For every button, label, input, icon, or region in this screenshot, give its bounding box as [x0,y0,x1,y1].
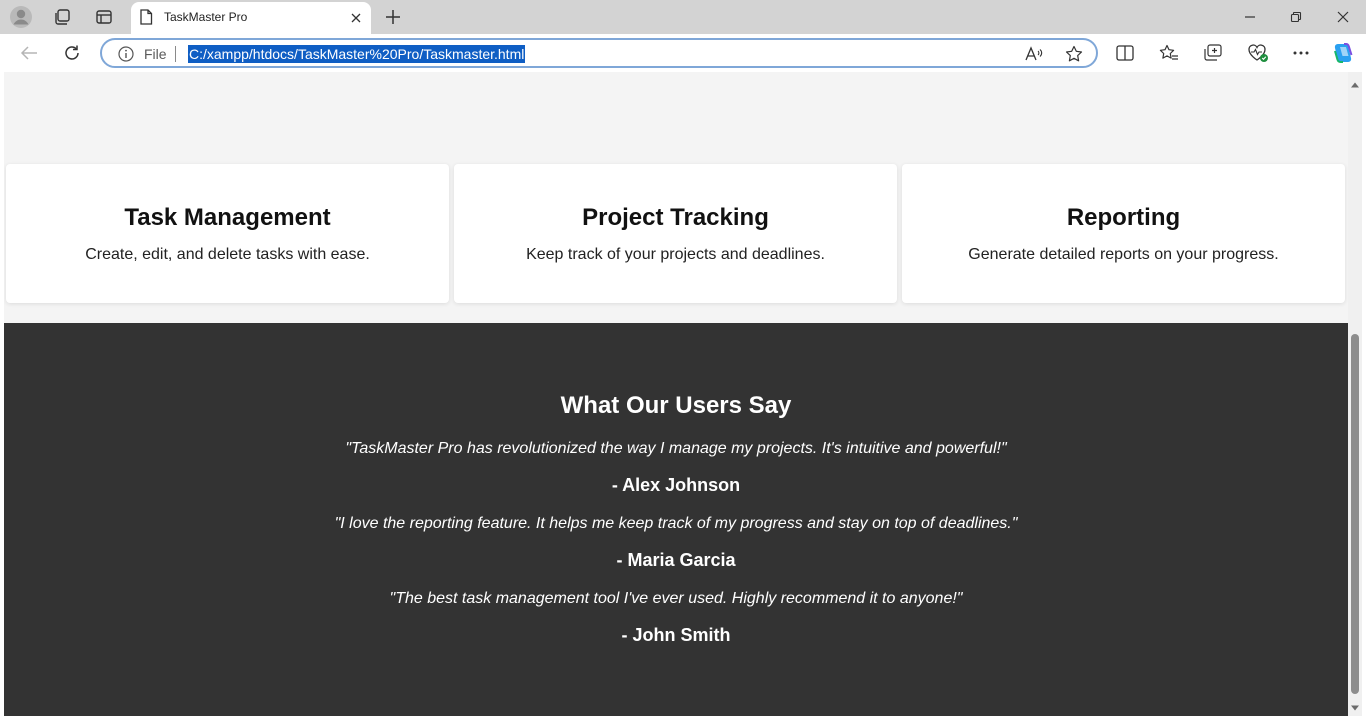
scrollbar-thumb[interactable] [1351,334,1359,694]
page-viewport: Task Management Create, edit, and delete… [4,72,1348,716]
testimonial-author: - John Smith [621,625,731,645]
browser-toolbar: File C:/xampp/htdocs/TaskMaster%20Pro/Ta… [0,34,1366,72]
browser-essentials-icon[interactable] [1246,42,1270,64]
scheme-label: File [144,46,167,62]
feature-card-project-tracking: Project Tracking Keep track of your proj… [454,164,897,303]
split-screen-icon[interactable] [1114,42,1136,64]
page-icon [139,9,155,27]
window-close-icon[interactable] [1324,4,1362,30]
feature-card-task-management: Task Management Create, edit, and delete… [6,164,449,303]
address-divider [175,46,176,62]
window-bottom-border [0,716,1366,720]
testimonial-author: - Alex Johnson [611,475,741,495]
testimonials-section: What Our Users Say "TaskMaster Pro has r… [4,323,1348,716]
active-tab[interactable]: TaskMaster Pro [131,2,371,34]
vertical-scrollbar[interactable] [1348,72,1362,716]
feature-description: Keep track of your projects and deadline… [526,246,825,263]
collections-icon[interactable] [1202,42,1224,64]
restore-icon[interactable] [1278,4,1314,30]
testimonial-quote: "The best task management tool I've ever… [389,590,963,607]
feature-title: Reporting [1066,204,1181,231]
address-bar[interactable]: File C:/xampp/htdocs/TaskMaster%20Pro/Ta… [100,38,1098,68]
workspaces-icon[interactable] [48,5,76,29]
add-favorite-star-icon[interactable] [1064,44,1084,64]
testimonial-quote: "TaskMaster Pro has revolutionized the w… [345,440,1007,457]
more-options-icon[interactable] [1290,42,1312,64]
profile-icon[interactable] [8,5,34,29]
feature-title: Task Management [124,204,331,231]
window-right-border [1362,72,1366,720]
reload-icon[interactable] [59,40,85,66]
info-icon[interactable] [118,46,134,62]
feature-title: Project Tracking [582,204,769,231]
testimonial-quote: "I love the reporting feature. It helps … [334,515,1018,532]
scroll-up-arrow-icon[interactable] [1350,77,1360,88]
read-aloud-icon[interactable] [1024,44,1044,64]
back-arrow-icon[interactable] [16,40,42,66]
minimize-icon[interactable] [1232,4,1268,30]
testimonial-author: - Maria Garcia [616,550,736,570]
new-tab-icon[interactable] [382,5,404,29]
vertical-tabs-icon[interactable] [90,5,118,29]
feature-card-reporting: Reporting Generate detailed reports on y… [902,164,1345,303]
testimonials-heading: What Our Users Say [560,392,792,419]
feature-description: Create, edit, and delete tasks with ease… [85,246,370,263]
tab-title: TaskMaster Pro [164,10,248,24]
close-icon[interactable] [347,9,365,27]
tab-strip: TaskMaster Pro [0,0,1366,34]
features-section: Task Management Create, edit, and delete… [4,164,1348,303]
copilot-icon[interactable] [1330,40,1356,66]
favorites-icon[interactable] [1158,42,1180,64]
url-text[interactable]: C:/xampp/htdocs/TaskMaster%20Pro/Taskmas… [188,45,526,63]
scroll-down-arrow-icon[interactable] [1350,700,1360,711]
feature-description: Generate detailed reports on your progre… [968,246,1279,263]
